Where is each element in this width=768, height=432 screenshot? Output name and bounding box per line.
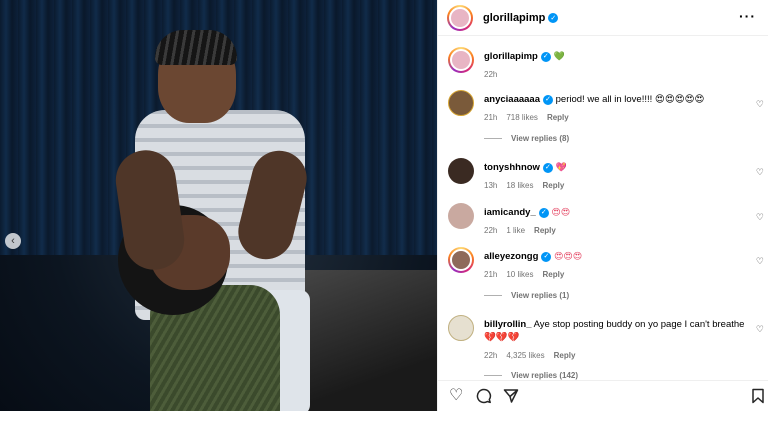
heart-icon[interactable]: ♡ — [756, 167, 764, 178]
view-replies-button[interactable]: View replies (1) — [484, 291, 569, 300]
avatar[interactable] — [448, 47, 474, 73]
share-icon[interactable] — [503, 388, 519, 408]
verified-badge-icon: ✓ — [541, 251, 552, 262]
caption-body: glorillapimp ✓ 💚 22h — [484, 50, 754, 81]
reply-button[interactable]: Reply — [534, 226, 556, 235]
post-side-panel: glorillapimp ✓ ··· glorillapimp ✓ 💚 22h an… — [437, 0, 768, 411]
reply-button[interactable]: Reply — [542, 181, 564, 190]
comment-text: period! we all in love!!!! 😍😍😍😍😍 — [555, 94, 705, 105]
heart-icon[interactable]: ♡ — [449, 388, 463, 404]
bookmark-icon[interactable] — [751, 388, 765, 408]
comment-meta: 22h 1 like Reply — [484, 224, 754, 237]
comment-likes[interactable]: 1 like — [506, 226, 525, 235]
verified-badge-icon: ✓ — [548, 12, 559, 23]
comment-text: 💖 — [555, 162, 567, 172]
comment-body: iamicandy_ ✓ 😍😍 22h 1 like Reply — [484, 206, 754, 237]
comment-time: 22h — [484, 226, 498, 235]
heart-icon[interactable]: ♡ — [756, 99, 764, 110]
header-username-text[interactable]: glorillapimp — [483, 12, 545, 24]
avatar[interactable] — [448, 203, 474, 229]
man-hair — [155, 30, 237, 65]
caption-text: 💚 — [553, 51, 565, 61]
avatar[interactable] — [447, 4, 473, 31]
comment-body: alleyezongg ✓ 😍😍😍 21h 10 likes Reply — [484, 250, 754, 281]
comment-username[interactable]: billyrollin_ — [484, 319, 532, 330]
view-replies-text[interactable]: View replies (1) — [511, 291, 569, 300]
comment-username[interactable]: iamicandy_ — [484, 207, 536, 218]
avatar[interactable] — [448, 315, 474, 341]
post-photo[interactable]: ‹ — [0, 0, 437, 411]
comment-username[interactable]: anyciaaaaaa — [484, 94, 540, 105]
avatar[interactable] — [448, 90, 474, 116]
avatar[interactable] — [448, 247, 474, 273]
comment-time: 22h — [484, 351, 498, 360]
caption-meta: 22h — [484, 68, 754, 81]
comment-likes[interactable]: 4,325 likes — [506, 351, 544, 360]
view-replies-text[interactable]: View replies (142) — [511, 371, 578, 380]
comment-likes[interactable]: 10 likes — [506, 270, 533, 279]
comment-likes[interactable]: 718 likes — [506, 113, 538, 122]
heart-icon[interactable]: ♡ — [756, 324, 764, 335]
heart-icon[interactable]: ♡ — [756, 256, 764, 267]
comment-time: 21h — [484, 270, 498, 279]
comment-likes[interactable]: 18 likes — [506, 181, 533, 190]
verified-badge-icon: ✓ — [540, 51, 551, 62]
view-replies-text[interactable]: View replies (8) — [511, 134, 569, 143]
comments-list[interactable]: glorillapimp ✓ 💚 22h anyciaaaaaa ✓ period!… — [438, 37, 768, 380]
view-replies-button[interactable]: View replies (8) — [484, 134, 569, 143]
comment-body: billyrollin_ Aye stop posting buddy on y… — [484, 318, 754, 362]
chevron-left-icon[interactable]: ‹ — [5, 233, 21, 249]
comment-text: 😍😍 — [551, 207, 571, 217]
verified-badge-icon: ✓ — [543, 94, 553, 105]
caption-username[interactable]: glorillapimp — [484, 51, 538, 62]
post-header: glorillapimp ✓ ··· — [438, 0, 768, 36]
verified-badge-icon: ✓ — [542, 162, 553, 173]
header-username[interactable]: glorillapimp ✓ — [483, 12, 559, 24]
comment-time: 13h — [484, 181, 498, 190]
verified-badge-icon: ✓ — [538, 207, 549, 218]
comment-meta: 13h 18 likes Reply — [484, 179, 754, 192]
avatar[interactable] — [448, 158, 474, 184]
comment-time: 21h — [484, 113, 498, 122]
post-actions: ♡ — [438, 380, 768, 411]
comment-meta: 21h 10 likes Reply — [484, 268, 754, 281]
comment-icon[interactable] — [476, 388, 492, 408]
reply-button[interactable]: Reply — [554, 351, 576, 360]
comment-meta: 21h 718 likes Reply — [484, 111, 754, 124]
comment-username[interactable]: tonyshhnow — [484, 162, 540, 173]
reply-button[interactable]: Reply — [542, 270, 564, 279]
heart-icon[interactable]: ♡ — [756, 212, 764, 223]
caption-time: 22h — [484, 70, 498, 79]
view-replies-button[interactable]: View replies (142) — [484, 371, 578, 380]
reply-button[interactable]: Reply — [547, 113, 569, 122]
comment-body: tonyshhnow ✓ 💖 13h 18 likes Reply — [484, 161, 754, 192]
comment-text: 😍😍😍 — [554, 251, 583, 261]
comment-body: anyciaaaaaa ✓ period! we all in love!!!! … — [484, 93, 754, 124]
comment-username[interactable]: alleyezongg — [484, 251, 538, 262]
more-options-icon[interactable]: ··· — [739, 8, 756, 24]
comment-meta: 22h 4,325 likes Reply — [484, 349, 754, 362]
